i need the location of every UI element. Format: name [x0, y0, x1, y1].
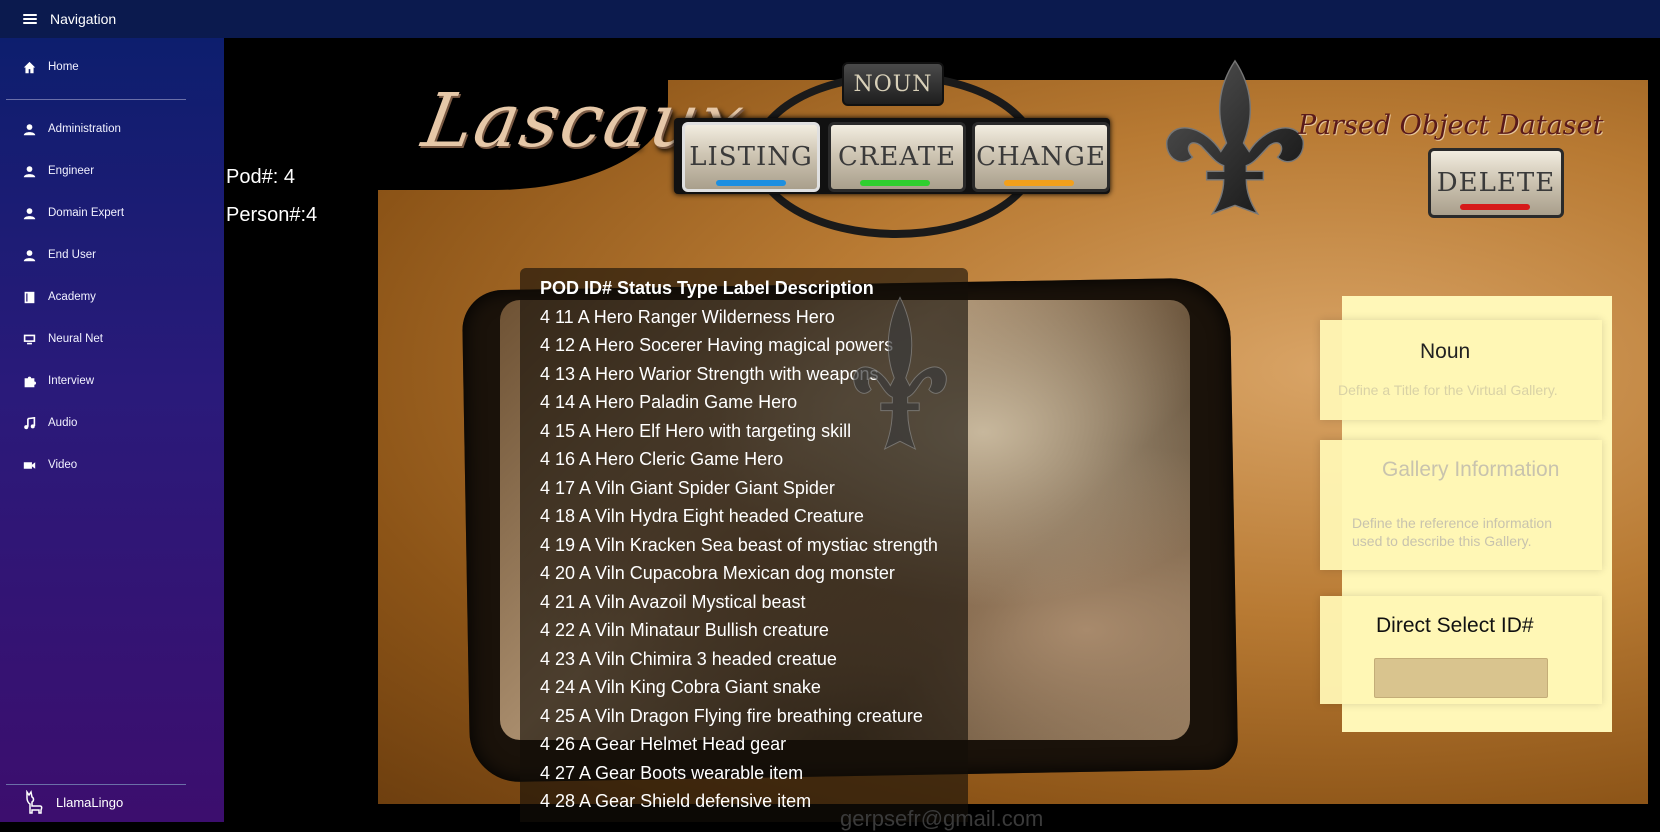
- sidebar-item-engineer[interactable]: Engineer: [22, 164, 94, 178]
- sidebar-item-video[interactable]: Video: [22, 458, 77, 472]
- gallery-info-title: Gallery Information: [1382, 458, 1560, 481]
- sidebar-item-administration[interactable]: Administration: [22, 122, 121, 136]
- sidebar-item-label: Administration: [48, 123, 121, 135]
- sidebar-item-label: Video: [48, 459, 78, 471]
- list-item[interactable]: 4 20 A Viln Cupacobra Mexican dog monste…: [540, 563, 895, 584]
- person-icon: [22, 164, 36, 178]
- pod-number: Pod#: 4: [226, 166, 295, 188]
- sidebar-item-interview[interactable]: Interview: [22, 374, 94, 388]
- sidebar-item-home[interactable]: Home: [22, 60, 79, 74]
- sidebar-item-label: Neural Net: [48, 333, 103, 345]
- sidebar-item-label: Engineer: [48, 165, 95, 177]
- sidebar-footer-label: LlamaLingo: [56, 794, 124, 810]
- list-item[interactable]: 4 28 A Gear Shield defensive item: [540, 791, 811, 812]
- create-indicator: [860, 180, 930, 186]
- list-item[interactable]: 4 21 A Viln Avazoil Mystical beast: [540, 592, 806, 613]
- list-item[interactable]: 4 26 A Gear Helmet Head gear: [540, 734, 786, 755]
- sidebar-item-end-user[interactable]: End User: [22, 248, 96, 262]
- sidebar-item-neural-net[interactable]: Neural Net: [22, 332, 103, 346]
- listing-header: POD ID# Status Type Label Description: [540, 278, 874, 298]
- divider: [6, 784, 186, 785]
- listing-indicator: [716, 180, 786, 186]
- noun-input[interactable]: Define a Title for the Virtual Gallery.: [1338, 382, 1558, 398]
- sidebar-item-domain-expert[interactable]: Domain Expert: [22, 206, 124, 220]
- person-icon: [22, 248, 36, 262]
- noun-title: Noun: [1420, 340, 1471, 363]
- fleur-de-lis-icon: [1166, 59, 1304, 216]
- list-item[interactable]: 4 15 A Hero Elf Hero with targeting skil…: [540, 421, 851, 442]
- video-icon: [22, 458, 36, 472]
- fleur-de-lis-watermark-icon: [853, 296, 947, 450]
- list-item[interactable]: 4 14 A Hero Paladin Game Hero: [540, 392, 797, 413]
- gallery-info-card: Gallery Information Define the reference…: [1320, 440, 1602, 570]
- list-item[interactable]: 4 17 A Viln Giant Spider Giant Spider: [540, 478, 835, 499]
- direct-select-title: Direct Select ID#: [1376, 614, 1534, 637]
- change-indicator: [1004, 180, 1074, 186]
- top-bar: Navigation: [0, 0, 1660, 38]
- list-item[interactable]: 4 27 A Gear Boots wearable item: [540, 763, 803, 784]
- home-icon: [22, 60, 36, 74]
- divider: [6, 99, 186, 100]
- sidebar: Home Administration Engineer Domain Expe…: [0, 38, 224, 822]
- sidebar-item-audio[interactable]: Audio: [22, 416, 77, 430]
- person-icon: [22, 122, 36, 136]
- person-icon: [22, 206, 36, 220]
- list-item[interactable]: 4 16 A Hero Cleric Game Hero: [540, 449, 783, 470]
- music-icon: [22, 416, 36, 430]
- puzzle-icon: [22, 374, 36, 388]
- noun-button[interactable]: NOUN: [842, 62, 944, 106]
- sidebar-item-label: Academy: [48, 291, 96, 303]
- list-item[interactable]: 4 24 A Viln King Cobra Giant snake: [540, 677, 821, 698]
- direct-select-id-input[interactable]: [1374, 658, 1548, 698]
- list-item[interactable]: 4 13 A Hero Warior Strength with weapons: [540, 364, 879, 385]
- list-item[interactable]: 4 12 A Hero Socerer Having magical power…: [540, 335, 893, 356]
- sidebar-item-llamalingo[interactable]: LlamaLingo: [20, 789, 124, 814]
- footer-email: gerpsefr@gmail.com: [840, 806, 1044, 831]
- list-item[interactable]: 4 25 A Viln Dragon Flying fire breathing…: [540, 706, 923, 727]
- delete-indicator: [1460, 204, 1530, 210]
- gallery-info-input[interactable]: Define the reference information used to…: [1352, 514, 1582, 550]
- llama-icon: [20, 789, 44, 814]
- nav-title: Navigation: [50, 11, 117, 27]
- menu-icon[interactable]: [23, 14, 37, 24]
- sidebar-item-label: End User: [48, 249, 96, 261]
- page-heading: Parsed Object Dataset: [1298, 110, 1604, 141]
- direct-select-card: Direct Select ID#: [1320, 596, 1602, 704]
- list-item[interactable]: 4 19 A Viln Kracken Sea beast of mystiac…: [540, 535, 938, 556]
- list-item[interactable]: 4 18 A Viln Hydra Eight headed Creature: [540, 506, 864, 527]
- sidebar-item-label: Home: [48, 61, 79, 73]
- list-item[interactable]: 4 22 A Viln Minataur Bullish creature: [540, 620, 829, 641]
- monitor-icon: [22, 332, 36, 346]
- book-icon: [22, 290, 36, 304]
- sidebar-item-label: Interview: [48, 375, 95, 387]
- list-item[interactable]: 4 11 A Hero Ranger Wilderness Hero: [540, 307, 835, 328]
- person-number: Person#:4: [226, 204, 318, 226]
- sidebar-item-academy[interactable]: Academy: [22, 290, 96, 304]
- sidebar-item-label: Domain Expert: [48, 207, 125, 219]
- sidebar-item-label: Audio: [48, 417, 78, 429]
- list-item[interactable]: 4 23 A Viln Chimira 3 headed creatue: [540, 649, 837, 670]
- noun-card: Noun Define a Title for the Virtual Gall…: [1320, 320, 1602, 420]
